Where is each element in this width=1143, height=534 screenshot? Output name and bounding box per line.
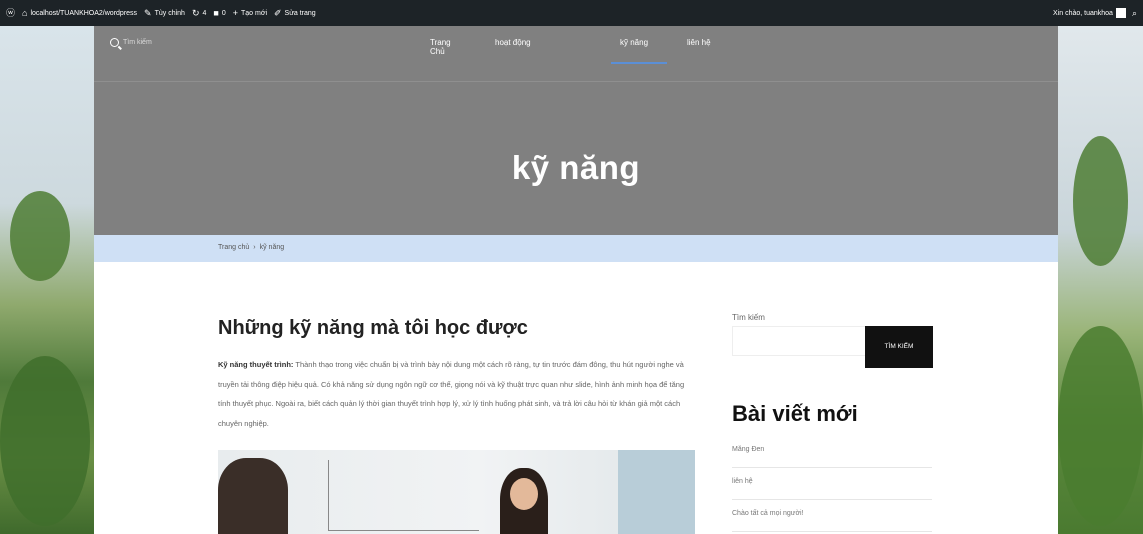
breadcrumb-separator-icon: › — [253, 244, 256, 251]
background-scenery-left — [0, 26, 94, 534]
customize-link[interactable]: ✎ Tùy chỉnh — [144, 7, 185, 18]
post-text: Thành thạo trong việc chuẩn bị và trình … — [218, 360, 685, 428]
updates-link[interactable]: ↻ 4 — [191, 7, 207, 18]
admin-search-icon[interactable]: ⌕ — [1132, 8, 1137, 18]
header-search-placeholder: Tìm kiếm — [123, 39, 152, 46]
nav-item-home[interactable]: Trang Chủ — [430, 38, 451, 56]
page-title: kỹ năng — [511, 149, 641, 186]
sidebar-search-button[interactable]: TÌM KIẾM — [865, 326, 933, 368]
comment-icon: ■ — [213, 7, 219, 18]
breadcrumb-bar: Trang chủ › kỹ năng — [94, 235, 1058, 262]
refresh-icon: ↻ — [191, 7, 200, 18]
account-link[interactable]: Xin chào, tuankhoa — [1053, 8, 1126, 18]
nav-item-contact[interactable]: liên hệ — [687, 38, 711, 47]
breadcrumb: Trang chủ › kỹ năng — [218, 244, 284, 251]
sidebar-search-label: Tìm kiếm — [732, 313, 765, 322]
sidebar-search-input[interactable] — [732, 326, 866, 356]
post-body: Kỹ năng thuyết trình: Thành thạo trong v… — [218, 355, 696, 433]
greeting: Xin chào, tuankhoa — [1053, 9, 1113, 17]
brush-icon: ✎ — [144, 7, 152, 18]
edit-page-link[interactable]: ✐ Sửa trang — [274, 7, 316, 18]
recent-posts-list: Măng Đen liên hệ Chào tất cả mọi người! — [732, 436, 932, 532]
post-lead: Kỹ năng thuyết trình: — [218, 360, 294, 369]
comments-count: 0 — [221, 9, 226, 17]
home-icon: ⌂ — [22, 7, 28, 18]
site-url: localhost/TUANKHOA2/wordpress — [30, 9, 138, 17]
nav-item-activities[interactable]: hoạt động — [495, 38, 531, 47]
avatar — [1115, 8, 1126, 18]
nav-item-skills[interactable]: kỹ năng — [620, 38, 648, 47]
wordpress-logo-icon[interactable]: ⓦ — [6, 8, 15, 18]
recent-posts-heading: Bài viết mới — [732, 401, 858, 426]
main-content: Những kỹ năng mà tôi học được Kỹ năng th… — [94, 262, 1058, 534]
edit-label: Sửa trang — [284, 9, 316, 17]
admin-bar: ⓦ ⌂ localhost/TUANKHOA2/wordpress ✎ Tùy … — [0, 0, 1143, 26]
comments-link[interactable]: ■ 0 — [213, 7, 226, 18]
search-icon — [110, 38, 119, 47]
post-title: Những kỹ năng mà tôi học được — [218, 317, 528, 339]
post-image — [218, 450, 695, 534]
header-search[interactable]: Tìm kiếm — [110, 38, 152, 47]
breadcrumb-home[interactable]: Trang chủ — [218, 244, 249, 251]
recent-post-item[interactable]: Chào tất cả mọi người! — [732, 500, 932, 532]
updates-count: 4 — [202, 9, 207, 17]
site-name-link[interactable]: ⌂ localhost/TUANKHOA2/wordpress — [22, 7, 138, 18]
active-nav-underline — [611, 62, 667, 64]
recent-post-item[interactable]: Măng Đen — [732, 436, 932, 468]
customize-label: Tùy chỉnh — [154, 9, 185, 17]
header-divider — [94, 81, 1058, 82]
pencil-icon: ✐ — [274, 7, 282, 18]
plus-icon: + — [232, 7, 239, 18]
new-content-link[interactable]: + Tạo mới — [232, 7, 267, 18]
sidebar-search-button-label: TÌM KIẾM — [884, 343, 914, 350]
background-scenery-right — [1058, 26, 1143, 534]
new-label: Tạo mới — [241, 9, 267, 17]
breadcrumb-current: kỹ năng — [259, 244, 285, 251]
site-header: Tìm kiếm Trang Chủ hoạt động kỹ năng liê… — [94, 26, 1058, 235]
recent-post-item[interactable]: liên hệ — [732, 468, 932, 500]
